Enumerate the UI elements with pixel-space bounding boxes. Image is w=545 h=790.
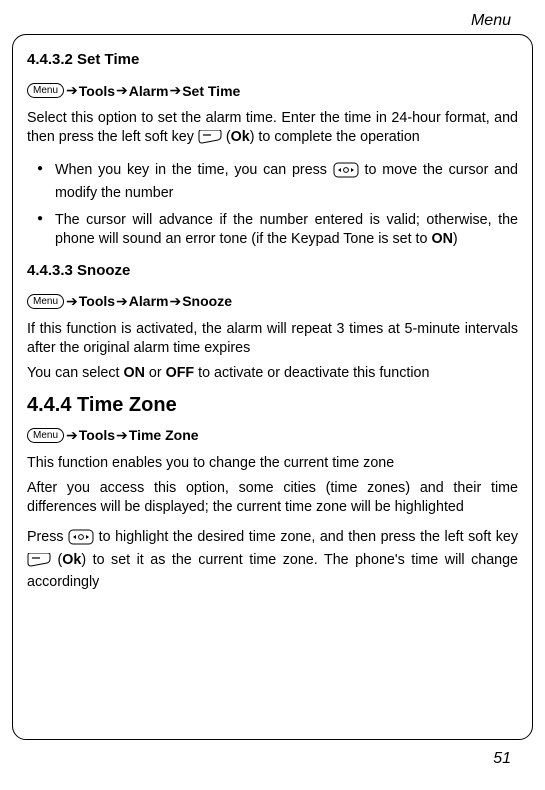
text: Press [27, 529, 68, 545]
arrow-icon: ➔ [115, 427, 129, 444]
nav-segment: Set Time [182, 83, 240, 99]
on-label: ON [431, 231, 452, 247]
heading-time-zone: 4.4.4 Time Zone [27, 394, 518, 417]
nav-snooze: Menu ➔ Tools ➔ Alarm ➔ Snooze [27, 293, 518, 310]
paragraph: After you access this option, some citie… [27, 479, 518, 518]
nav-segment: Tools [79, 83, 115, 99]
text: ) to set it as the current time zone. Th… [27, 552, 518, 590]
text: to activate or deactivate this function [194, 365, 429, 381]
arrow-icon: ➔ [168, 82, 182, 99]
arrow-icon: ➔ [65, 293, 79, 310]
paragraph: Press to highlight the desired time zone… [27, 528, 518, 593]
on-label: ON [123, 365, 144, 381]
bullet-list: When you key in the time, you can press … [27, 161, 518, 250]
arrow-icon: ➔ [168, 293, 182, 310]
content-frame: 4.4.3.2 Set Time Menu ➔ Tools ➔ Alarm ➔ … [12, 34, 533, 740]
nav-segment: Snooze [182, 293, 232, 309]
arrow-icon: ➔ [115, 293, 129, 310]
heading-snooze: 4.4.3.3 Snooze [27, 262, 518, 279]
ok-label: Ok [62, 552, 81, 568]
arrow-icon: ➔ [65, 427, 79, 444]
nav-segment: Tools [79, 427, 115, 443]
nav-segment: Tools [79, 293, 115, 309]
arrow-icon: ➔ [115, 82, 129, 99]
paragraph: If this function is activated, the alarm… [27, 320, 518, 359]
menu-key-icon: Menu [27, 294, 64, 309]
left-softkey-icon [198, 130, 222, 150]
list-item: The cursor will advance if the number en… [37, 211, 518, 250]
arrow-icon: ➔ [65, 82, 79, 99]
list-item: When you key in the time, you can press … [37, 161, 518, 204]
text: ) to complete the operation [250, 129, 420, 145]
menu-key-icon: Menu [27, 428, 64, 443]
left-softkey-icon [27, 553, 51, 573]
nav-set-time: Menu ➔ Tools ➔ Alarm ➔ Set Time [27, 82, 518, 99]
page-number: 51 [12, 740, 533, 768]
paragraph: You can select ON or OFF to activate or … [27, 364, 518, 383]
nav-segment: Alarm [129, 83, 169, 99]
text: ) [453, 231, 458, 247]
navigation-key-icon [68, 529, 94, 551]
off-label: OFF [166, 365, 195, 381]
menu-key-icon: Menu [27, 83, 64, 98]
paragraph: Select this option to set the alarm time… [27, 109, 518, 151]
running-header: Menu [12, 12, 533, 34]
text: You can select [27, 365, 123, 381]
navigation-key-icon [333, 162, 359, 184]
nav-segment: Time Zone [129, 427, 199, 443]
nav-segment: Alarm [129, 293, 169, 309]
text: to highlight the desired time zone, and … [99, 529, 518, 545]
heading-set-time: 4.4.3.2 Set Time [27, 51, 518, 68]
paragraph: This function enables you to change the … [27, 454, 518, 473]
ok-label: Ok [231, 129, 250, 145]
text: or [145, 365, 166, 381]
nav-time-zone: Menu ➔ Tools ➔ Time Zone [27, 427, 518, 444]
page: Menu 4.4.3.2 Set Time Menu ➔ Tools ➔ Ala… [0, 0, 545, 790]
text: When you key in the time, you can press [55, 162, 333, 178]
